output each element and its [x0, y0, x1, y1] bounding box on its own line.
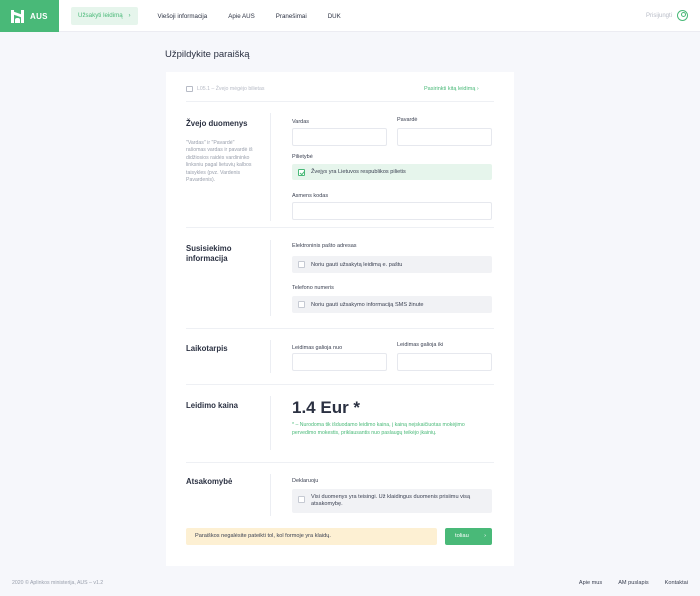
main-nav: Užsakyti leidimą › Viešoji informacija A…	[71, 7, 362, 25]
section-title-price: Leidimo kaina	[186, 401, 238, 410]
change-license-link[interactable]: Pasirinkti kitą leidimą ›	[424, 86, 479, 92]
phone-label: Telefono numeris	[292, 285, 334, 291]
divider	[186, 101, 494, 102]
license-price: 1.4 Eur *	[292, 398, 361, 417]
selected-license: L05.1 – Žvejo mėgėjo bilietas	[186, 86, 264, 92]
declaration-text: Visi duomenys yra teisingi. Už klaidingu…	[311, 494, 471, 508]
footer-link-about[interactable]: Apie mus	[579, 580, 602, 586]
copyright: 2020 © Aplinkos ministerija, AUS – v1.2	[12, 580, 104, 586]
user-icon	[677, 10, 688, 21]
valid-from-label: Leidimas galioja nuo	[292, 345, 343, 351]
divider	[270, 340, 271, 373]
sms-notification-checkbox[interactable]: Noriu gauti užsakymo informaciją SMS žin…	[292, 296, 492, 313]
divider	[270, 240, 271, 316]
divider	[270, 474, 271, 516]
last-name-label: Pavardė	[397, 117, 418, 123]
valid-from-input[interactable]	[292, 353, 387, 371]
declaration-label: Deklaruoju	[292, 478, 319, 484]
citizenship-label: Pilietybė	[292, 154, 313, 160]
nav-item-announcements[interactable]: Pranešimai	[276, 13, 307, 20]
personal-code-input[interactable]	[292, 202, 492, 220]
price-note: * – Nurodoma tik išduodamo leidimo kaina…	[292, 422, 465, 436]
divider	[270, 396, 271, 450]
citizenship-option-label: Žvejys yra Lietuvos respublikos pilietis	[311, 169, 406, 175]
top-bar: AUS Užsakyti leidimą › Viešoji informaci…	[0, 0, 700, 32]
email-delivery-checkbox[interactable]: Noriu gauti užsakytą leidimą e. paštu	[292, 256, 492, 273]
chevron-right-icon: ›	[128, 12, 131, 19]
personal-code-label: Asmens kodas	[292, 193, 329, 199]
section-title-responsibility: Atsakomybė	[186, 477, 233, 486]
nav-item-order-license[interactable]: Užsakyti leidimą ›	[71, 7, 138, 25]
form-error-warning: Paraiškos negalėsite pateikti tol, kol f…	[186, 528, 437, 545]
footer-link-ministry[interactable]: AM puslapis	[618, 580, 648, 586]
section-title-fisher: Žvejo duomenys	[186, 119, 248, 128]
citizenship-checkbox[interactable]: Žvejys yra Lietuvos respublikos pilietis	[292, 164, 492, 180]
checkbox-icon	[298, 261, 305, 268]
divider	[186, 328, 494, 329]
section-title-period: Laikotarpis	[186, 344, 228, 353]
logo-mark-icon	[11, 9, 24, 23]
nav-item-public-info[interactable]: Viešoji informacija	[158, 13, 208, 20]
logo[interactable]: AUS	[0, 0, 59, 32]
divider	[186, 384, 494, 385]
nav-item-faq[interactable]: DUK	[328, 13, 341, 20]
declaration-checkbox[interactable]: Visi duomenys yra teisingi. Už klaidingu…	[292, 489, 492, 513]
page-title: Užpildykite paraišką	[165, 49, 250, 60]
last-name-input[interactable]	[397, 128, 492, 146]
section-title-contact: Susisiekimo informacija	[186, 244, 232, 263]
divider	[186, 227, 494, 228]
ticket-icon	[186, 86, 193, 92]
divider	[270, 113, 271, 221]
footer-link-contacts[interactable]: Kontaktai	[665, 580, 688, 586]
first-name-label: Vardas	[292, 119, 310, 125]
divider	[186, 462, 494, 463]
chevron-right-icon: ›	[484, 533, 486, 539]
phone-option-label: Noriu gauti užsakymo informaciją SMS žin…	[311, 301, 424, 308]
checkbox-icon	[298, 496, 305, 503]
next-button-label: toliau	[455, 533, 469, 539]
nav-item-about[interactable]: Apie AUS	[228, 13, 254, 20]
first-name-input[interactable]	[292, 128, 387, 146]
license-label: L05.1 – Žvejo mėgėjo bilietas	[197, 86, 265, 92]
name-format-note: "Vardas" ir "Pavardė" rašomas vardas ir …	[186, 140, 253, 184]
valid-to-input[interactable]	[397, 353, 492, 371]
nav-item-label: Užsakyti leidimą	[78, 12, 123, 19]
email-label: Elektroninis pašto adresas	[292, 243, 357, 249]
valid-to-label: Leidimas galioja iki	[397, 342, 444, 348]
checkbox-icon	[298, 301, 305, 308]
next-button[interactable]: toliau ›	[445, 528, 492, 545]
login-button[interactable]: Prisijungti	[646, 10, 688, 21]
email-option-label: Noriu gauti užsakytą leidimą e. paštu	[311, 261, 403, 268]
brand-name: AUS	[30, 11, 48, 21]
checkbox-checked-icon	[298, 168, 305, 176]
login-label: Prisijungti	[645, 12, 672, 19]
footer-links: Apie mus AM puslapis Kontaktai	[563, 580, 688, 586]
